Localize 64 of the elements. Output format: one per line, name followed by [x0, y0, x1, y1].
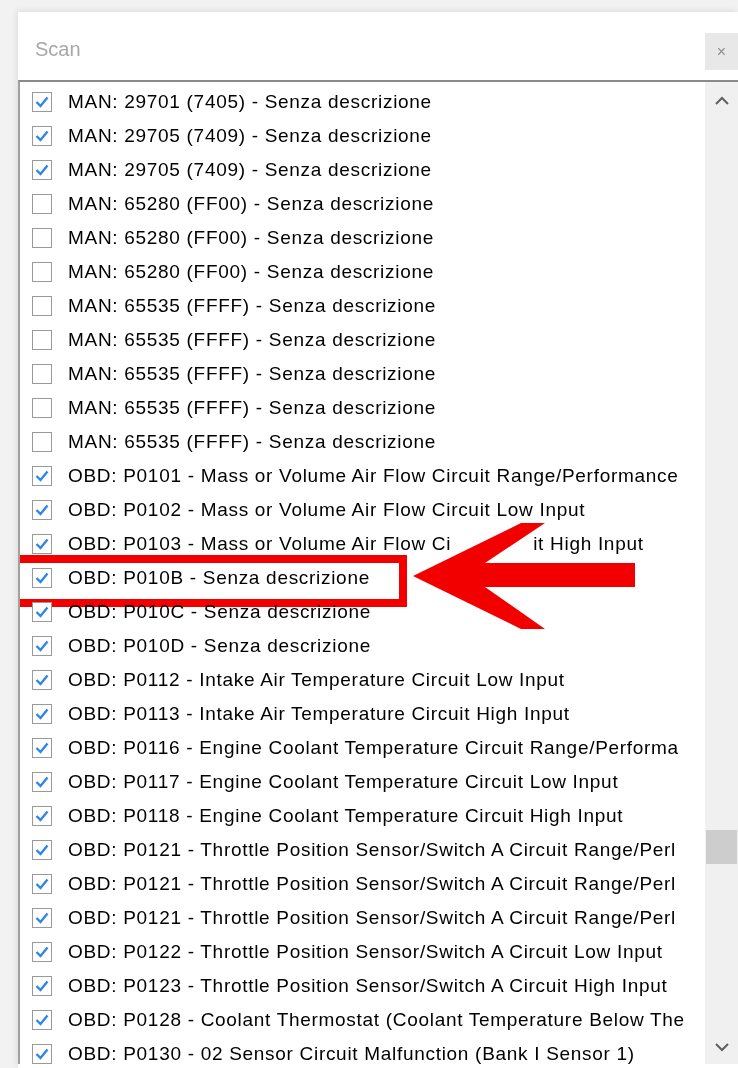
- checkbox[interactable]: [32, 772, 52, 792]
- scroll-up-icon[interactable]: [714, 96, 729, 105]
- item-label[interactable]: OBD: P010B - Senza descrizione: [68, 567, 370, 589]
- checkbox[interactable]: [32, 908, 52, 928]
- scrollbar-thumb[interactable]: [706, 830, 737, 864]
- item-label[interactable]: OBD: P010C - Senza descrizione: [68, 601, 371, 623]
- item-label[interactable]: OBD: P010D - Senza descrizione: [68, 635, 371, 657]
- item-label[interactable]: OBD: P0103 - Mass or Volume Air Flow Ci: [68, 533, 452, 555]
- checkbox[interactable]: [32, 160, 52, 180]
- item-label[interactable]: OBD: P0116 - Engine Coolant Temperature Circuit Range/Performa: [68, 737, 679, 759]
- window-title: Scan: [35, 37, 81, 62]
- item-label[interactable]: MAN: 65535 (FFFF) - Senza descrizione: [68, 397, 436, 419]
- item-label[interactable]: MAN: 65280 (FF00) - Senza descrizione: [68, 261, 434, 283]
- item-label[interactable]: OBD: P0101 - Mass or Volume Air Flow Circuit Range/Performance: [68, 465, 679, 487]
- item-label[interactable]: OBD: P0102 - Mass or Volume Air Flow Circuit Low Input: [68, 499, 586, 521]
- item-label[interactable]: OBD: P0123 - Throttle Position Sensor/Switch A Circuit High Input: [68, 975, 668, 997]
- checkbox[interactable]: [32, 942, 52, 962]
- item-label[interactable]: MAN: 29705 (7409) - Senza descrizione: [68, 159, 432, 181]
- item-label[interactable]: MAN: 65280 (FF00) - Senza descrizione: [68, 227, 434, 249]
- checkbox[interactable]: [32, 704, 52, 724]
- checkbox[interactable]: [32, 228, 52, 248]
- item-label[interactable]: OBD: P0121 - Throttle Position Sensor/Switch A Circuit Range/Perl: [68, 873, 677, 895]
- checkbox[interactable]: [32, 1044, 52, 1064]
- checkbox[interactable]: [32, 874, 52, 894]
- checkbox[interactable]: [32, 806, 52, 826]
- checkbox[interactable]: [32, 432, 52, 452]
- checkbox[interactable]: [32, 194, 52, 214]
- checkbox[interactable]: [32, 262, 52, 282]
- checkbox[interactable]: [32, 398, 52, 418]
- item-label[interactable]: MAN: 29705 (7409) - Senza descrizione: [68, 125, 432, 147]
- item-label[interactable]: MAN: 65535 (FFFF) - Senza descrizione: [68, 363, 436, 385]
- item-label[interactable]: OBD: P0121 - Throttle Position Sensor/Switch A Circuit Range/Perl: [68, 907, 677, 929]
- checkbox[interactable]: [32, 364, 52, 384]
- checkbox[interactable]: [32, 738, 52, 758]
- checkbox[interactable]: [32, 840, 52, 860]
- item-label[interactable]: MAN: 65535 (FFFF) - Senza descrizione: [68, 329, 436, 351]
- checkbox[interactable]: [32, 92, 52, 112]
- checkbox[interactable]: [32, 126, 52, 146]
- checkbox[interactable]: [32, 568, 52, 588]
- item-label[interactable]: OBD: P0118 - Engine Coolant Temperature Circuit High Input: [68, 805, 624, 827]
- item-label[interactable]: OBD: P0121 - Throttle Position Sensor/Switch A Circuit Range/Perl: [68, 839, 677, 861]
- checkbox[interactable]: [32, 466, 52, 486]
- checkbox[interactable]: [32, 602, 52, 622]
- item-label[interactable]: OBD: P0128 - Coolant Thermostat (Coolant Temperature Below The: [68, 1009, 685, 1031]
- item-label[interactable]: OBD: P0117 - Engine Coolant Temperature Circuit Low Input: [68, 771, 619, 793]
- item-label[interactable]: it High Input: [533, 533, 644, 555]
- checkbox[interactable]: [32, 500, 52, 520]
- item-label[interactable]: MAN: 29701 (7405) - Senza descrizione: [68, 91, 432, 113]
- item-label[interactable]: MAN: 65535 (FFFF) - Senza descrizione: [68, 431, 436, 453]
- item-label[interactable]: MAN: 65535 (FFFF) - Senza descrizione: [68, 295, 436, 317]
- checkbox[interactable]: [32, 330, 52, 350]
- scroll-down-icon[interactable]: [714, 1043, 729, 1052]
- checkbox[interactable]: [32, 636, 52, 656]
- checkbox[interactable]: [32, 296, 52, 316]
- item-label[interactable]: OBD: P0112 - Intake Air Temperature Circuit Low Input: [68, 669, 565, 691]
- checkbox[interactable]: [32, 670, 52, 690]
- item-label[interactable]: MAN: 65280 (FF00) - Senza descrizione: [68, 193, 434, 215]
- checkbox[interactable]: [32, 534, 52, 554]
- item-label[interactable]: OBD: P0113 - Intake Air Temperature Circuit High Input: [68, 703, 570, 725]
- item-label[interactable]: OBD: P0130 - 02 Sensor Circuit Malfunction (Bank I Sensor 1): [68, 1043, 635, 1064]
- scrollbar[interactable]: [705, 82, 738, 1064]
- item-label[interactable]: OBD: P0122 - Throttle Position Sensor/Switch A Circuit Low Input: [68, 941, 663, 963]
- checkbox[interactable]: [32, 976, 52, 996]
- checkbox[interactable]: [32, 1010, 52, 1030]
